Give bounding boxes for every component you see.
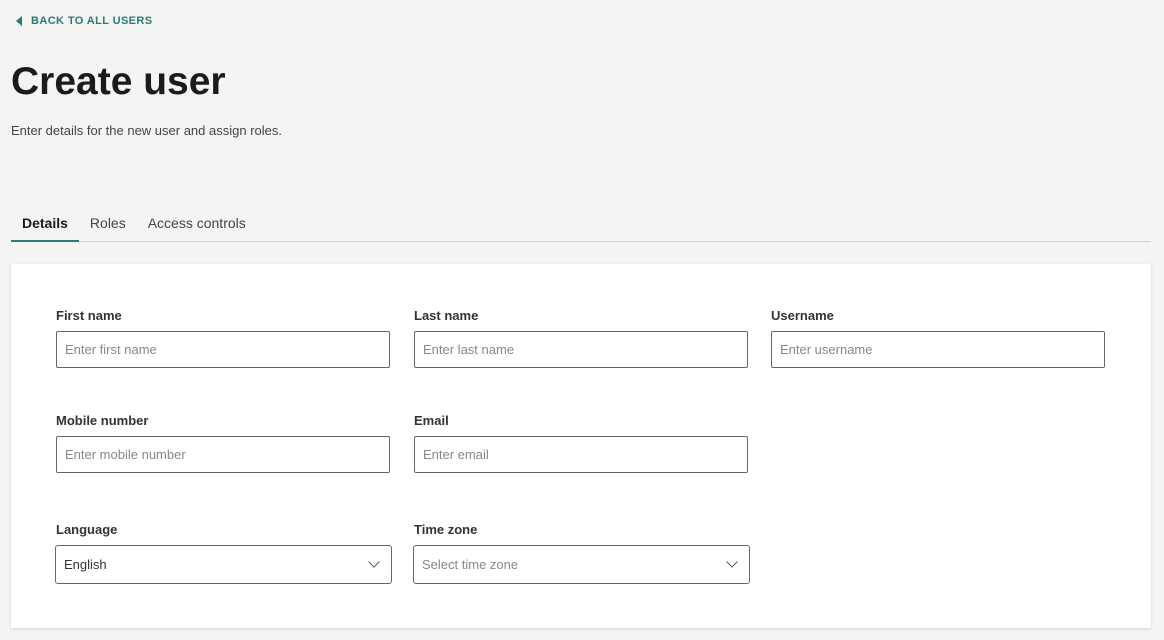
- tab-roles[interactable]: Roles: [79, 206, 137, 241]
- username-field: Username: [771, 308, 1105, 368]
- last-name-input[interactable]: [414, 331, 748, 368]
- time-zone-field: Time zone Select time zone: [413, 522, 750, 584]
- time-zone-placeholder: Select time zone: [422, 557, 519, 572]
- first-name-field: First name: [56, 308, 390, 368]
- language-select[interactable]: English: [55, 545, 392, 584]
- last-name-field: Last name: [414, 308, 748, 368]
- username-label: Username: [771, 308, 834, 323]
- page-title: Create user: [11, 60, 226, 103]
- time-zone-select[interactable]: Select time zone: [413, 545, 750, 584]
- back-to-all-users-link[interactable]: BACK TO ALL USERS: [16, 15, 153, 27]
- tab-details[interactable]: Details: [11, 206, 79, 242]
- first-name-input[interactable]: [56, 331, 390, 368]
- email-label: Email: [414, 413, 449, 428]
- username-input[interactable]: [771, 331, 1105, 368]
- page-subtitle: Enter details for the new user and assig…: [11, 123, 282, 138]
- last-name-label: Last name: [414, 308, 479, 323]
- first-name-label: First name: [56, 308, 122, 323]
- chevron-down-icon: [726, 556, 738, 568]
- mobile-number-input[interactable]: [56, 436, 390, 473]
- language-field: Language English: [55, 522, 392, 584]
- mobile-number-label: Mobile number: [56, 413, 149, 428]
- caret-left-icon: [16, 16, 22, 26]
- details-form-card: First name Last name Username Mobile num…: [11, 264, 1151, 628]
- chevron-down-icon: [368, 556, 380, 568]
- language-label: Language: [56, 522, 118, 537]
- tab-bar: Details Roles Access controls: [11, 206, 1151, 242]
- time-zone-label: Time zone: [414, 522, 478, 537]
- tab-access-controls[interactable]: Access controls: [137, 206, 257, 241]
- email-field: Email: [414, 413, 748, 473]
- language-value: English: [64, 557, 107, 572]
- mobile-number-field: Mobile number: [56, 413, 390, 473]
- back-link-label: BACK TO ALL USERS: [31, 15, 153, 27]
- email-input[interactable]: [414, 436, 748, 473]
